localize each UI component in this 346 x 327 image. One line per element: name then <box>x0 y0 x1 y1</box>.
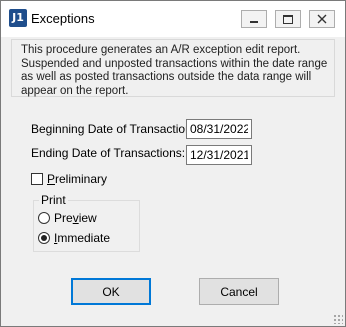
beginning-date-input[interactable] <box>186 119 252 139</box>
app-logo-icon: J1 <box>9 9 27 27</box>
radio-selected-dot <box>41 235 47 241</box>
ending-date-input[interactable] <box>186 145 252 165</box>
preliminary-mnemonic: P <box>47 172 56 186</box>
maximize-button[interactable] <box>275 10 301 28</box>
beginning-date-label: Beginning Date of Transactions: <box>31 122 202 136</box>
preliminary-label[interactable]: Preliminary <box>47 172 107 186</box>
preliminary-checkbox[interactable] <box>31 173 43 185</box>
print-group-legend: Print <box>39 193 68 207</box>
preliminary-label-rest: reliminary <box>55 172 108 186</box>
close-button[interactable] <box>309 10 335 28</box>
preview-radio-row[interactable]: Preview <box>38 211 97 225</box>
preview-label-prefix: Pre <box>54 211 73 225</box>
window-title: Exceptions <box>31 11 95 26</box>
preliminary-checkbox-row[interactable]: Preliminary <box>31 172 107 186</box>
title-bar[interactable]: J1 Exceptions <box>1 1 345 37</box>
ok-button[interactable]: OK <box>71 278 151 305</box>
exceptions-dialog: J1 Exceptions This procedure generates a… <box>0 0 346 327</box>
info-panel: This procedure generates an A/R exceptio… <box>11 39 335 97</box>
minimize-icon <box>250 21 258 23</box>
close-icon <box>317 14 327 24</box>
preview-radio[interactable] <box>38 212 50 224</box>
immediate-label-suffix: mmediate <box>57 231 111 245</box>
cancel-button[interactable]: Cancel <box>199 278 279 305</box>
immediate-radio-row[interactable]: Immediate <box>38 231 110 245</box>
info-text: This procedure generates an A/R exceptio… <box>21 44 328 97</box>
resize-grip-icon[interactable] <box>333 314 343 324</box>
immediate-radio[interactable] <box>38 232 50 244</box>
preview-label-suffix: iew <box>78 211 97 225</box>
ending-date-label: Ending Date of Transactions: <box>31 146 186 160</box>
minimize-button[interactable] <box>241 10 267 28</box>
preview-label[interactable]: Preview <box>54 211 97 225</box>
immediate-label[interactable]: Immediate <box>54 231 110 245</box>
maximize-icon <box>283 14 293 24</box>
